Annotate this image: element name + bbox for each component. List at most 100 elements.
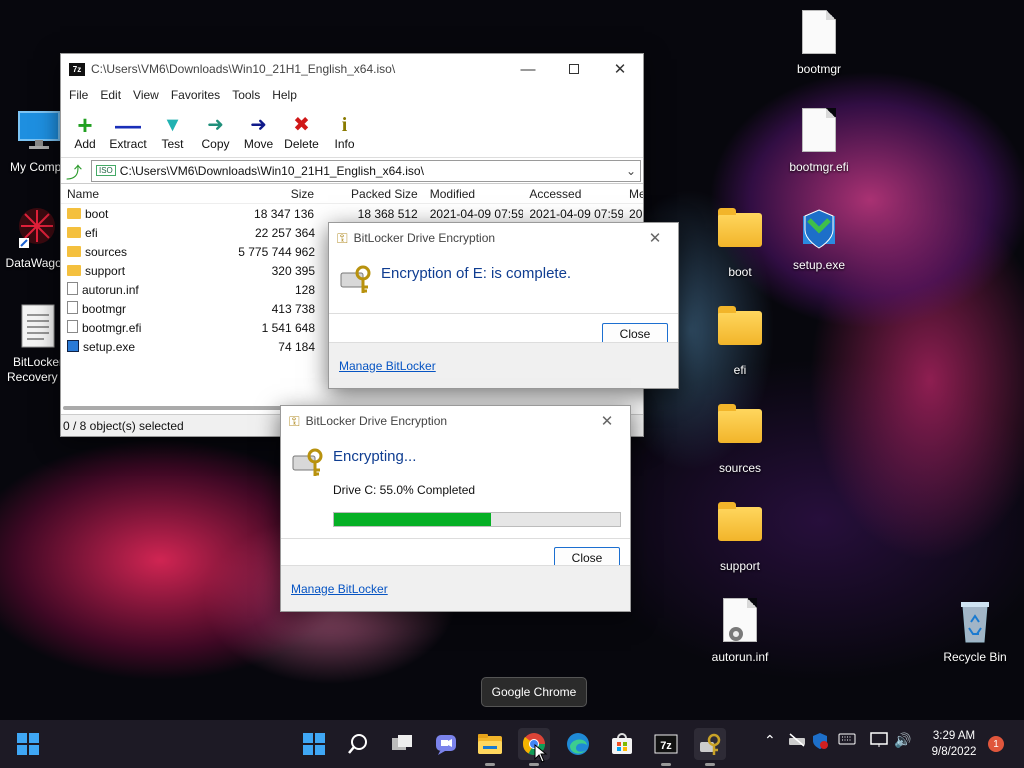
- test-button[interactable]: ▼ Test: [151, 106, 194, 157]
- bitlocker-taskbar-button[interactable]: [694, 728, 726, 766]
- column-accessed[interactable]: Accessed: [523, 187, 623, 201]
- add-button[interactable]: + Add: [65, 106, 105, 157]
- column-packed-size[interactable]: Packed Size: [320, 187, 424, 201]
- desktop-icon-label: bootmgr: [796, 62, 842, 76]
- close-dialog-button[interactable]: ✕: [632, 223, 678, 253]
- bitlocker-drive-icon: [291, 444, 325, 478]
- minus-icon: —: [115, 109, 141, 140]
- keyboard-icon[interactable]: [838, 732, 856, 749]
- address-path: C:\Users\VM6\Downloads\Win10_21H1_Englis…: [119, 163, 424, 178]
- menu-help[interactable]: Help: [266, 88, 303, 102]
- close-dialog-button[interactable]: ✕: [584, 406, 630, 436]
- notification-badge[interactable]: 1: [988, 736, 1004, 752]
- desktop-icon-label: Recycle Bin: [943, 650, 1007, 664]
- address-field[interactable]: ISO C:\Users\VM6\Downloads\Win10_21H1_En…: [91, 159, 641, 182]
- desktop-icon-bootmgr-efi[interactable]: bootmgr.efi: [774, 108, 864, 174]
- progress-fill: [334, 513, 492, 526]
- store-button[interactable]: [606, 728, 638, 760]
- task-view-button[interactable]: [386, 728, 418, 760]
- chat-icon: [436, 735, 456, 755]
- extract-label: Extract: [109, 136, 147, 151]
- copy-button[interactable]: ➜ Copy: [194, 106, 237, 157]
- dialog-footer: Manage BitLocker: [329, 342, 678, 388]
- folder-icon: [716, 208, 764, 261]
- volume-icon[interactable]: 🔊: [894, 732, 911, 749]
- dialog-heading: Encrypting...: [333, 448, 417, 465]
- delete-button[interactable]: ✖ Delete: [280, 106, 323, 157]
- network-drive-icon[interactable]: [788, 732, 806, 751]
- file-size: 413 738: [271, 301, 315, 316]
- close-button[interactable]: Close: [602, 323, 668, 344]
- monitor-icon: [15, 108, 63, 156]
- maximize-button[interactable]: [551, 54, 597, 84]
- minimize-button[interactable]: —: [505, 54, 551, 84]
- settings-file-icon: [67, 282, 78, 295]
- file-more: 20: [629, 206, 643, 221]
- folder-icon: [67, 245, 81, 257]
- plus-icon: +: [77, 109, 93, 140]
- column-modified[interactable]: Modified: [424, 187, 524, 201]
- task-view-icon: [392, 735, 412, 750]
- column-name[interactable]: Name: [61, 187, 220, 201]
- bitlocker-titlebar[interactable]: ⚿ BitLocker Drive Encryption ✕: [329, 223, 678, 253]
- folder-icon: [67, 226, 81, 238]
- move-button[interactable]: ➜ Move: [237, 106, 280, 157]
- bitlocker-progress-dialog: ⚿ BitLocker Drive Encryption ✕ Encryptin…: [280, 405, 631, 612]
- desktop-icon-label: efi: [733, 363, 747, 377]
- 7zip-titlebar[interactable]: 7z C:\Users\VM6\Downloads\Win10_21H1_Eng…: [61, 54, 643, 84]
- teams-chat-button[interactable]: [430, 728, 462, 760]
- desktop-icon-sources[interactable]: sources: [695, 402, 785, 475]
- start-button[interactable]: [12, 728, 44, 760]
- desktop-icon-bootmgr[interactable]: bootmgr: [774, 10, 864, 76]
- desktop-icon-setup-exe[interactable]: setup.exe: [774, 206, 864, 272]
- desktop-icon-boot[interactable]: boot: [695, 206, 785, 279]
- info-label: Info: [334, 136, 355, 151]
- chevron-down-icon[interactable]: ⌄: [626, 164, 636, 178]
- file-icon: [67, 320, 78, 333]
- chrome-button[interactable]: [518, 728, 550, 766]
- 7zip-menubar: File Edit View Favorites Tools Help: [61, 84, 643, 106]
- info-button[interactable]: i Info: [323, 106, 366, 157]
- desktop-icon-label: autorun.inf: [711, 650, 769, 664]
- desktop-icon-efi[interactable]: efi: [695, 304, 785, 377]
- 7zip-toolbar: + Add — Extract ▼ Test ➜ Copy ➜ Move ✖ D…: [61, 106, 643, 158]
- desktop-icon-recycle-bin[interactable]: Recycle Bin: [930, 598, 1020, 664]
- column-more[interactable]: Me: [623, 187, 643, 201]
- clock[interactable]: 3:29 AM 9/8/2022: [920, 728, 988, 760]
- mouse-cursor-icon: [534, 744, 548, 763]
- bitlocker-titlebar[interactable]: ⚿ BitLocker Drive Encryption ✕: [281, 406, 630, 436]
- file-explorer-button[interactable]: [474, 728, 506, 766]
- dialog-title: BitLocker Drive Encryption: [305, 414, 448, 428]
- file-size: 1 541 648: [261, 320, 315, 335]
- svg-text:7z: 7z: [660, 740, 672, 752]
- manage-bitlocker-link[interactable]: Manage BitLocker: [339, 359, 436, 373]
- 7zip-taskbar-button[interactable]: 7z: [650, 728, 682, 766]
- security-shield-icon[interactable]: [812, 732, 828, 753]
- file-name: autorun.inf: [82, 283, 139, 297]
- minimize-icon: —: [520, 60, 536, 78]
- display-icon[interactable]: [870, 732, 888, 751]
- close-window-button[interactable]: ✕: [597, 54, 643, 84]
- file-name: boot: [85, 206, 109, 221]
- menu-view[interactable]: View: [127, 88, 165, 102]
- column-size[interactable]: Size: [220, 187, 320, 201]
- close-icon: ✕: [613, 61, 627, 78]
- desktop-icon-autorun-inf[interactable]: autorun.inf: [695, 598, 785, 664]
- settings-file-icon: [716, 598, 764, 646]
- taskbar-start-button[interactable]: [298, 728, 330, 760]
- taskbar-tooltip: Google Chrome: [481, 677, 587, 707]
- menu-file[interactable]: File: [63, 88, 94, 102]
- extract-button[interactable]: — Extract: [105, 106, 151, 157]
- manage-bitlocker-link[interactable]: Manage BitLocker: [291, 582, 388, 596]
- copy-label: Copy: [201, 136, 230, 151]
- table-row[interactable]: boot 18 347 136 18 368 512 2021-04-09 07…: [61, 204, 643, 223]
- edge-button[interactable]: [562, 728, 594, 760]
- menu-edit[interactable]: Edit: [94, 88, 127, 102]
- search-button[interactable]: [342, 728, 374, 760]
- desktop-icon-support[interactable]: support: [695, 500, 785, 573]
- menu-tools[interactable]: Tools: [226, 88, 266, 102]
- show-hidden-icons-chevron-icon[interactable]: ⌃: [764, 732, 776, 749]
- up-folder-icon[interactable]: ⤴: [63, 159, 85, 183]
- menu-favorites[interactable]: Favorites: [165, 88, 226, 102]
- close-icon: ✕: [600, 413, 614, 430]
